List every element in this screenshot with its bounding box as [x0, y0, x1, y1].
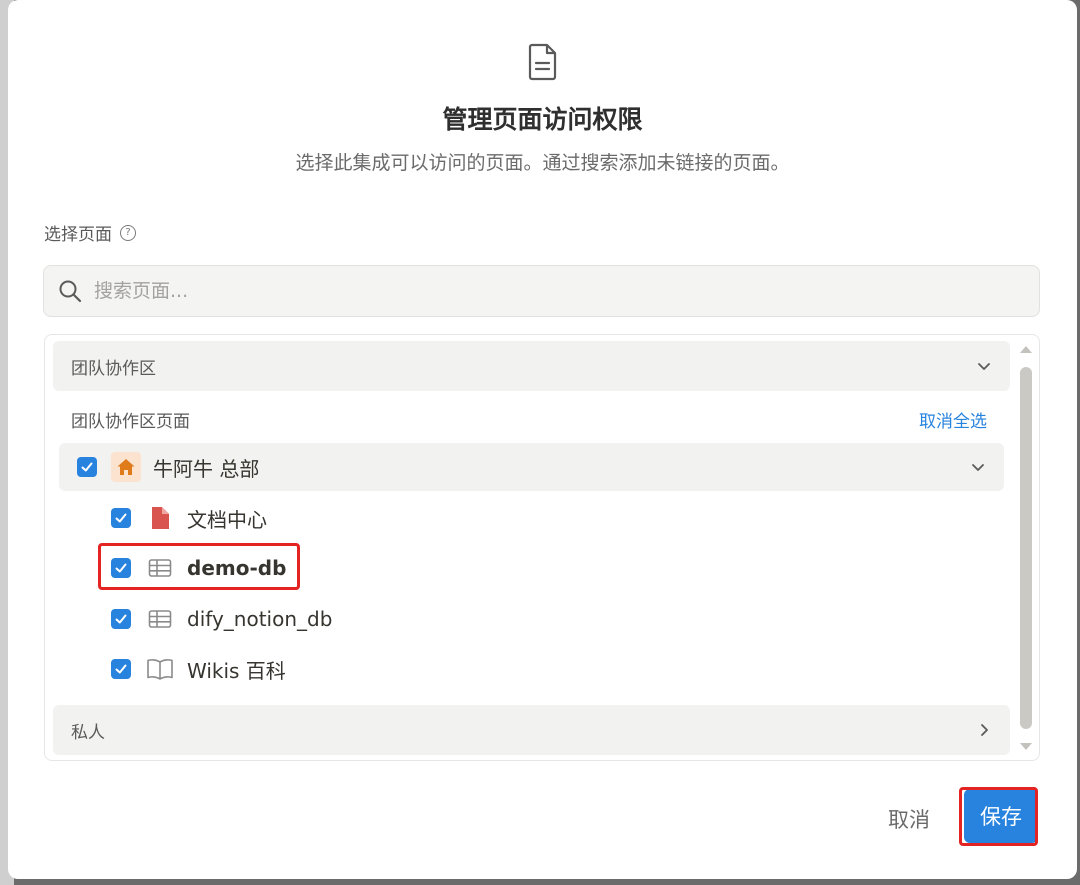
deselect-all-link[interactable]: 取消全选 — [919, 407, 987, 432]
cancel-button[interactable]: 取消 — [874, 800, 944, 838]
check-icon — [81, 462, 93, 472]
page-row-wikis[interactable]: Wikis 百科 — [111, 645, 971, 693]
search-input[interactable] — [92, 279, 976, 303]
document-outline-icon — [528, 43, 557, 81]
checkbox-hq[interactable] — [77, 457, 97, 477]
section-private-label: 私人 — [71, 722, 105, 743]
manage-access-dialog: 管理页面访问权限 选择此集成可以访问的页面。通过搜索添加未链接的页面。 选择页面… — [8, 0, 1077, 879]
check-icon — [115, 614, 127, 624]
page-label-hq: 牛阿牛 总部 — [153, 456, 260, 481]
document-icon — [145, 503, 175, 533]
dialog-title: 管理页面访问权限 — [442, 105, 643, 134]
dialog-subtitle: 选择此集成可以访问的页面。通过搜索添加未链接的页面。 — [295, 152, 790, 174]
section-team[interactable]: 团队协作区 — [53, 341, 1010, 391]
check-icon — [115, 513, 127, 523]
select-pages-label: 选择页面 ? — [44, 220, 136, 245]
house-icon — [111, 452, 141, 482]
team-pages-subhead: 团队协作区页面 — [71, 412, 190, 432]
highlight-box-save — [959, 787, 1038, 846]
page-row-hq[interactable]: 牛阿牛 总部 — [59, 443, 1004, 491]
page-list: 团队协作区 团队协作区页面 取消全选 牛阿牛 总部 文档中心 demo-db d… — [44, 334, 1040, 761]
page-label-dify-notion-db: dify_notion_db — [187, 607, 333, 631]
checkbox-wikis[interactable] — [111, 659, 131, 679]
page-row-docs[interactable]: 文档中心 — [111, 494, 971, 542]
section-private[interactable]: 私人 — [53, 705, 1010, 755]
page-label-wikis: Wikis 百科 — [187, 658, 286, 683]
search-icon — [59, 280, 82, 303]
scroll-up-icon[interactable] — [1016, 341, 1036, 357]
checkbox-dify-notion-db[interactable] — [111, 609, 131, 629]
chevron-right-icon — [981, 724, 988, 736]
checkbox-docs[interactable] — [111, 508, 131, 528]
page-label-docs: 文档中心 — [187, 507, 267, 532]
scroll-down-icon[interactable] — [1016, 739, 1036, 755]
scrollbar[interactable] — [1015, 335, 1035, 760]
page-row-dify-notion-db[interactable]: dify_notion_db — [111, 595, 971, 643]
section-team-label: 团队协作区 — [71, 358, 156, 379]
scroll-thumb[interactable] — [1020, 367, 1032, 729]
select-pages-text: 选择页面 — [44, 225, 112, 245]
book-icon — [145, 654, 175, 684]
question-circle-icon[interactable]: ? — [120, 224, 136, 241]
chevron-down-icon[interactable] — [970, 459, 986, 475]
check-icon — [115, 664, 127, 674]
chevron-down-icon — [978, 363, 990, 370]
highlight-box-demo-db — [98, 543, 300, 590]
table-icon — [145, 604, 175, 634]
search-box[interactable] — [43, 265, 1040, 317]
